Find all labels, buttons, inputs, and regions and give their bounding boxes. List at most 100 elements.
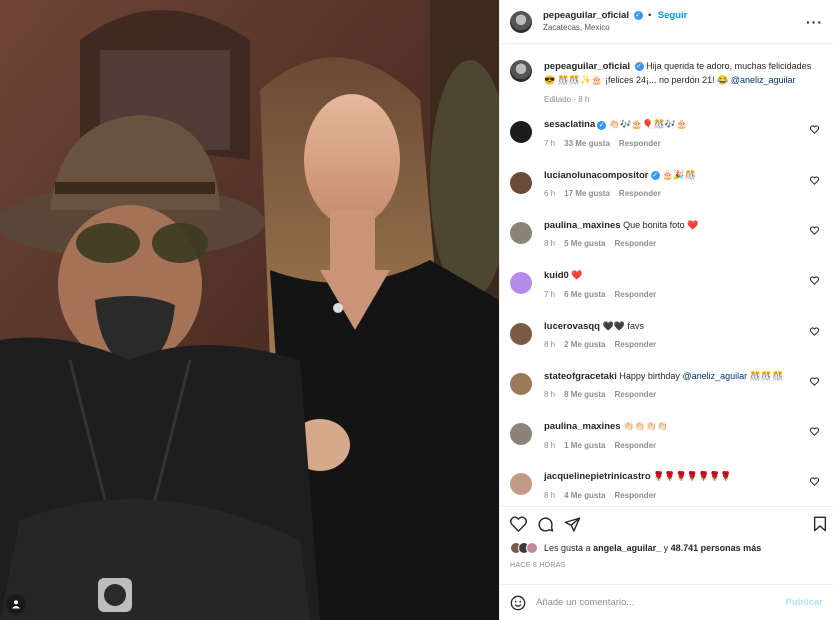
bookmark-icon[interactable]: [813, 516, 827, 532]
comment-text: Que bonita foto ❤️: [623, 220, 699, 230]
heart-icon[interactable]: [810, 176, 819, 185]
heart-icon[interactable]: [810, 226, 819, 235]
heart-icon[interactable]: [810, 326, 819, 336]
comment-mention[interactable]: @aneliz_aguilar: [682, 371, 747, 381]
comment-username[interactable]: paulina_maxines: [544, 421, 621, 432]
heart-icon[interactable]: [510, 516, 527, 532]
comment-row: paulina_maxines Que bonita foto ❤️ 8 h 5 M…: [510, 220, 823, 270]
comment-time[interactable]: 7 h: [544, 139, 555, 148]
commenter-avatar[interactable]: [510, 423, 532, 446]
comment-username[interactable]: stateofgracetaki: [544, 371, 617, 382]
comment-time[interactable]: 8 h: [544, 390, 555, 399]
likes-count[interactable]: 48.741 personas más: [671, 543, 762, 553]
likes-user[interactable]: angela_aguilar_: [593, 543, 661, 553]
comment-icon[interactable]: [537, 516, 554, 533]
send-icon[interactable]: [564, 516, 581, 533]
verified-badge-icon: ✓: [597, 120, 607, 130]
commenter-avatar[interactable]: [510, 171, 532, 194]
comment-time[interactable]: 8 h: [544, 491, 555, 500]
comments-list[interactable]: pepeaguilar_oficial ✓ Hija querida te ad…: [500, 44, 833, 506]
likes-summary[interactable]: Les gusta a angela_aguilar_ y 48.741 per…: [510, 542, 823, 554]
post-image: [0, 0, 499, 620]
reply-button[interactable]: Responder: [614, 239, 656, 248]
reply-button[interactable]: Responder: [614, 290, 656, 299]
add-comment-bar: Publicar: [500, 584, 833, 620]
tagged-users-button[interactable]: [6, 594, 26, 614]
separator-dot: •: [648, 10, 652, 21]
heart-icon[interactable]: [810, 427, 819, 437]
author-avatar[interactable]: [510, 60, 532, 82]
comment-row: lucianolunacompositor ✓ 🎂🎉🎊 6 h 17 Me gusta…: [510, 170, 823, 220]
heart-icon[interactable]: [810, 377, 819, 386]
comment-likes[interactable]: 1 Me gusta: [564, 441, 605, 450]
likes-middle: y: [663, 543, 669, 553]
comment-time[interactable]: 8 h: [544, 441, 555, 450]
reply-button[interactable]: Responder: [614, 340, 656, 349]
comment-row: paulina_maxines 👏🏻👏🏻👏🏻👏🏻 8 h 1 Me gusta Res…: [510, 421, 823, 471]
heart-icon[interactable]: [810, 276, 819, 286]
heart-icon[interactable]: [810, 477, 819, 487]
publish-button[interactable]: Publicar: [786, 597, 824, 608]
comment-text: 🎂🎉🎊: [662, 169, 696, 180]
comment-time[interactable]: 7 h: [544, 290, 555, 299]
comment-row: sesaclatina ✓ 👏🏻🎶🎂🎈🎊🎶🎂 7 h 33 Me gusta Respo…: [510, 119, 823, 169]
reply-button[interactable]: Responder: [619, 139, 661, 148]
post-sidebar: pepeaguilar_oficial ✓ • Seguir Zacatecas…: [499, 0, 833, 620]
verified-badge-icon: ✓: [634, 62, 644, 72]
commenter-avatar[interactable]: [510, 372, 532, 395]
comment-row: jacquelinepietrinicastro 🌹🌹🌹🌹🌹🌹🌹 8 h 4 Me …: [510, 471, 823, 506]
comment-username[interactable]: jacquelinepietrinicastro: [544, 471, 651, 482]
caption-username[interactable]: pepeaguilar_oficial: [544, 61, 630, 72]
comment-time[interactable]: 8 h: [544, 340, 555, 349]
reply-button[interactable]: Responder: [619, 189, 661, 198]
caption-mention[interactable]: @aneliz_aguilar: [731, 75, 796, 85]
commenter-avatar[interactable]: [510, 473, 532, 496]
commenter-avatar[interactable]: [510, 272, 532, 295]
comment-username[interactable]: kuid0: [544, 270, 569, 281]
comment-likes[interactable]: 5 Me gusta: [564, 239, 605, 248]
reply-button[interactable]: Responder: [614, 441, 656, 450]
comment-username[interactable]: lucerovasqq: [544, 321, 600, 332]
caption-meta: Editado · 8 h: [544, 94, 590, 104]
author-username[interactable]: pepeaguilar_oficial: [543, 10, 629, 21]
commenter-avatar[interactable]: [510, 322, 532, 345]
more-horizontal-icon[interactable]: ···: [806, 14, 823, 30]
comment-username[interactable]: paulina_maxines: [544, 220, 621, 231]
post-photo[interactable]: [0, 0, 499, 620]
follow-button[interactable]: Seguir: [658, 10, 688, 21]
commenter-avatar[interactable]: [510, 121, 532, 144]
comment-text: Happy birthday: [619, 370, 680, 381]
liker-avatar: [526, 542, 538, 554]
comment-username[interactable]: lucianolunacompositor: [544, 170, 649, 181]
verified-badge-icon: ✓: [650, 170, 660, 180]
smiley-icon[interactable]: [510, 595, 526, 611]
comment-likes[interactable]: 8 Me gusta: [564, 390, 605, 399]
comment-likes[interactable]: 17 Me gusta: [564, 189, 610, 198]
comment-likes[interactable]: 33 Me gusta: [564, 139, 610, 148]
comment-text: ❤️: [571, 270, 583, 281]
reply-button[interactable]: Responder: [614, 491, 656, 500]
comment-row: stateofgracetaki Happy birthday @aneliz_…: [510, 371, 823, 421]
verified-badge-icon: ✓: [633, 11, 643, 21]
comment-username[interactable]: sesaclatina: [544, 119, 595, 130]
comment-text-trail: 🎊🎊🎊: [749, 370, 784, 381]
post-modal: pepeaguilar_oficial ✓ • Seguir Zacatecas…: [0, 0, 833, 620]
comment-text: 🌹🌹🌹🌹🌹🌹🌹: [653, 471, 732, 482]
comment-text: 👏🏻🎶🎂🎈🎊🎶🎂: [608, 119, 688, 130]
comment-likes[interactable]: 4 Me gusta: [564, 491, 605, 500]
post-caption: pepeaguilar_oficial ✓ Hija querida te ad…: [510, 60, 823, 105]
heart-icon[interactable]: [810, 125, 819, 135]
comment-text: 🖤🖤 favs: [602, 320, 644, 331]
reply-button[interactable]: Responder: [614, 390, 656, 399]
post-time[interactable]: HACE 8 HORAS: [510, 562, 823, 569]
comment-time[interactable]: 6 h: [544, 189, 555, 198]
comment-time[interactable]: 8 h: [544, 239, 555, 248]
comment-row: lucerovasqq 🖤🖤 favs 8 h 2 Me gusta Responde…: [510, 321, 823, 371]
comment-likes[interactable]: 2 Me gusta: [564, 340, 605, 349]
comment-likes[interactable]: 6 Me gusta: [564, 290, 605, 299]
post-actions: Les gusta a angela_aguilar_ y 48.741 per…: [500, 506, 833, 584]
author-avatar[interactable]: [510, 10, 532, 33]
post-location[interactable]: Zacatecas, Mexico: [543, 23, 687, 34]
commenter-avatar[interactable]: [510, 222, 532, 244]
comment-input[interactable]: [536, 597, 786, 608]
